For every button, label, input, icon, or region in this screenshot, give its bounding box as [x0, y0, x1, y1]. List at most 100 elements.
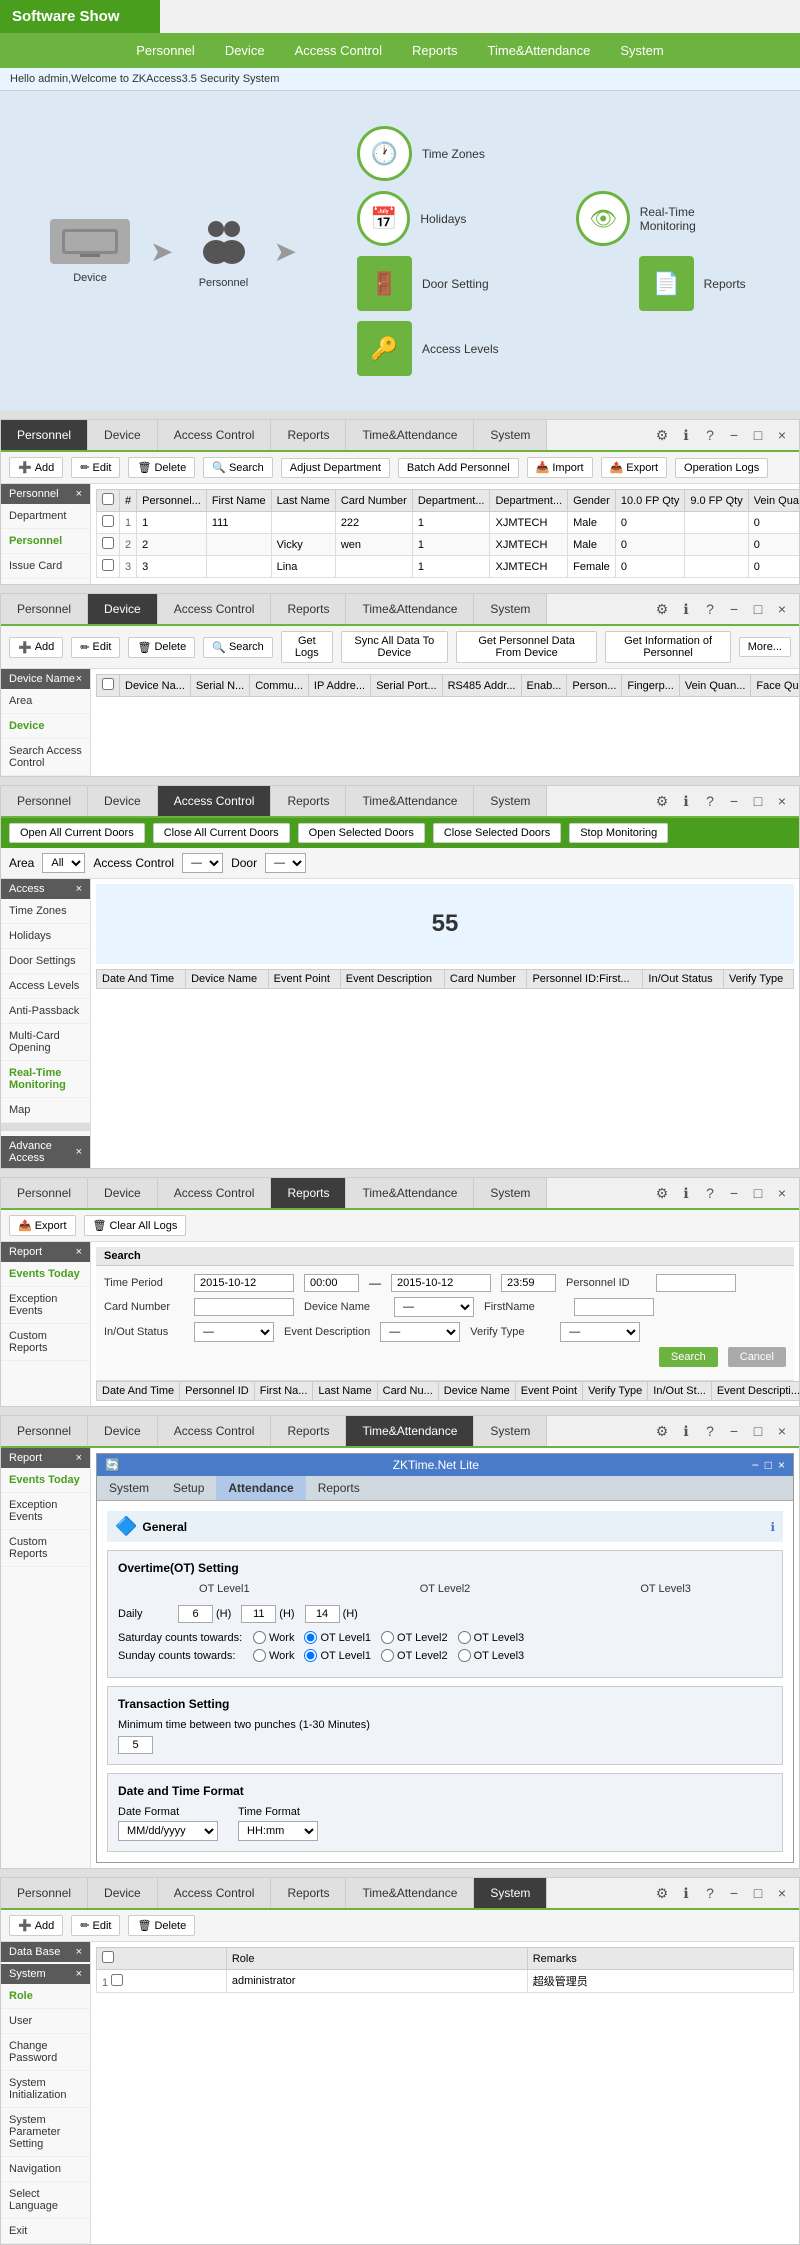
door-select[interactable]: —	[265, 853, 306, 873]
sidebar-timezones[interactable]: Time Zones	[1, 899, 90, 924]
sat-ot3-option[interactable]: OT Level3	[458, 1631, 525, 1644]
from-date-input[interactable]	[194, 1274, 294, 1292]
sidebar-sys-init[interactable]: System Initialization	[1, 2071, 90, 2108]
gear-icon-5[interactable]: ⚙	[653, 1422, 671, 1440]
ta-panel-nav-access[interactable]: Access Control	[158, 1416, 272, 1446]
device-add-btn[interactable]: ➕ Add	[9, 637, 63, 658]
hero-item-timezones[interactable]: 🕐 Time Zones	[357, 126, 750, 181]
modal-close[interactable]: ×	[778, 1458, 785, 1472]
search-submit-btn[interactable]: Search	[659, 1347, 718, 1367]
add-button[interactable]: ➕ Add	[9, 457, 63, 478]
select-all-checkbox[interactable]	[102, 493, 114, 505]
time-format-select[interactable]: HH:mm	[238, 1821, 318, 1841]
ot-level2-input[interactable]	[241, 1605, 276, 1623]
op-logs-button[interactable]: Operation Logs	[675, 458, 768, 478]
realtime-item[interactable]: 👁 Real-Time Monitoring	[576, 191, 750, 246]
sidebar-department[interactable]: Department	[1, 504, 90, 529]
device-panel-nav-personnel[interactable]: Personnel	[1, 594, 88, 624]
sidebar-multi-card[interactable]: Multi-Card Opening	[1, 1024, 90, 1061]
ot-level3-input[interactable]	[305, 1605, 340, 1623]
minus-icon-5[interactable]: −	[725, 1422, 743, 1440]
hero-item-access[interactable]: 🔑 Access Levels	[357, 321, 750, 376]
close-selected-btn[interactable]: Close Selected Doors	[433, 823, 561, 843]
modal-nav-reports[interactable]: Reports	[306, 1476, 372, 1500]
personnel-id-input[interactable]	[656, 1274, 736, 1292]
sun-ot1-option[interactable]: OT Level1	[304, 1649, 371, 1662]
sidebar-exit[interactable]: Exit	[1, 2219, 90, 2244]
system-add-btn[interactable]: ➕ Add	[9, 1915, 63, 1936]
device-select-all[interactable]	[102, 678, 114, 690]
hero-item-holidays[interactable]: 📅 Holidays 👁 Real-Time Monitoring	[357, 191, 750, 246]
ta-sidebar-custom[interactable]: Custom Reports	[1, 1530, 90, 1567]
reports-item[interactable]: 📄 Reports	[639, 256, 746, 311]
row-checkbox[interactable]	[102, 537, 114, 549]
sun-ot2-option[interactable]: OT Level2	[381, 1649, 448, 1662]
minus-icon-2[interactable]: −	[725, 600, 743, 618]
gear-icon-2[interactable]: ⚙	[653, 600, 671, 618]
sat-work-radio[interactable]	[253, 1631, 266, 1644]
device-name-select[interactable]: —	[394, 1297, 474, 1317]
minus-icon[interactable]: −	[725, 426, 743, 444]
sidebar-personnel[interactable]: Personnel	[1, 529, 90, 554]
info-icon-6[interactable]: ℹ	[677, 1884, 695, 1902]
minus-icon-6[interactable]: −	[725, 1884, 743, 1902]
system-panel-nav-system[interactable]: System	[474, 1878, 547, 1908]
access-panel-nav-reports[interactable]: Reports	[271, 786, 346, 816]
system-panel-nav-device[interactable]: Device	[88, 1878, 158, 1908]
nav-device[interactable]: Device	[225, 43, 265, 58]
info-icon[interactable]: ℹ	[677, 426, 695, 444]
open-all-doors-btn[interactable]: Open All Current Doors	[9, 823, 145, 843]
close-all-doors-btn[interactable]: Close All Current Doors	[153, 823, 290, 843]
search-button[interactable]: 🔍 Search	[203, 457, 273, 478]
hero-item-door[interactable]: 🚪 Door Setting 📄 Reports	[357, 256, 750, 311]
device-getlogs-btn[interactable]: Get Logs	[281, 631, 333, 663]
reports-panel-nav-reports[interactable]: Reports	[271, 1178, 346, 1208]
panel-nav-ta[interactable]: Time&Attendance	[346, 420, 474, 450]
sidebar-holidays[interactable]: Holidays	[1, 924, 90, 949]
close-icon-6[interactable]: ×	[773, 1884, 791, 1902]
first-name-input[interactable]	[574, 1298, 654, 1316]
sat-work-option[interactable]: Work	[253, 1631, 294, 1644]
sidebar-access-levels[interactable]: Access Levels	[1, 974, 90, 999]
modal-nav-setup[interactable]: Setup	[161, 1476, 216, 1500]
close-icon-3[interactable]: ×	[773, 792, 791, 810]
sidebar-navigation[interactable]: Navigation	[1, 2157, 90, 2182]
area-select[interactable]: All	[42, 853, 85, 873]
system-delete-btn[interactable]: 🗑 Delete	[128, 1915, 195, 1936]
reports-panel-nav-personnel[interactable]: Personnel	[1, 1178, 88, 1208]
info-icon-5[interactable]: ℹ	[677, 1422, 695, 1440]
to-date-input[interactable]	[391, 1274, 491, 1292]
sidebar-change-password[interactable]: Change Password	[1, 2034, 90, 2071]
min-value-input[interactable]	[118, 1736, 153, 1754]
modal-restore[interactable]: □	[765, 1458, 772, 1472]
minus-icon-4[interactable]: −	[725, 1184, 743, 1202]
ta-panel-nav-device[interactable]: Device	[88, 1416, 158, 1446]
access-control-select[interactable]: —	[182, 853, 223, 873]
reports-export-btn[interactable]: 📤 Export	[9, 1215, 76, 1236]
system-select-all[interactable]	[102, 1951, 114, 1963]
nav-access-control[interactable]: Access Control	[295, 43, 382, 58]
date-format-select[interactable]: MM/dd/yyyy	[118, 1821, 218, 1841]
sun-ot3-radio[interactable]	[458, 1649, 471, 1662]
gear-icon[interactable]: ⚙	[653, 426, 671, 444]
info-icon-4[interactable]: ℹ	[677, 1184, 695, 1202]
help-icon-2[interactable]: ?	[701, 600, 719, 618]
panel-nav-system[interactable]: System	[474, 420, 547, 450]
sidebar-user[interactable]: User	[1, 2009, 90, 2034]
sat-ot2-radio[interactable]	[381, 1631, 394, 1644]
open-selected-btn[interactable]: Open Selected Doors	[298, 823, 425, 843]
sun-ot1-radio[interactable]	[304, 1649, 317, 1662]
ta-panel-nav-ta[interactable]: Time&Attendance	[346, 1416, 474, 1446]
sidebar-door-settings[interactable]: Door Settings	[1, 949, 90, 974]
sun-ot2-radio[interactable]	[381, 1649, 394, 1662]
event-desc-select[interactable]: —	[380, 1322, 460, 1342]
system-table-row[interactable]: 1 administrator 超级管理员	[97, 1970, 794, 1993]
close-icon[interactable]: ×	[773, 426, 791, 444]
device-getinfo-btn[interactable]: Get Information of Personnel	[605, 631, 730, 663]
gear-icon-3[interactable]: ⚙	[653, 792, 671, 810]
device-search-btn[interactable]: 🔍 Search	[203, 637, 273, 658]
adjust-dept-button[interactable]: Adjust Department	[281, 458, 390, 478]
device-more-btn[interactable]: More...	[739, 637, 791, 657]
general-info[interactable]: ℹ	[770, 1520, 775, 1534]
export-button[interactable]: 📤 Export	[601, 457, 668, 478]
